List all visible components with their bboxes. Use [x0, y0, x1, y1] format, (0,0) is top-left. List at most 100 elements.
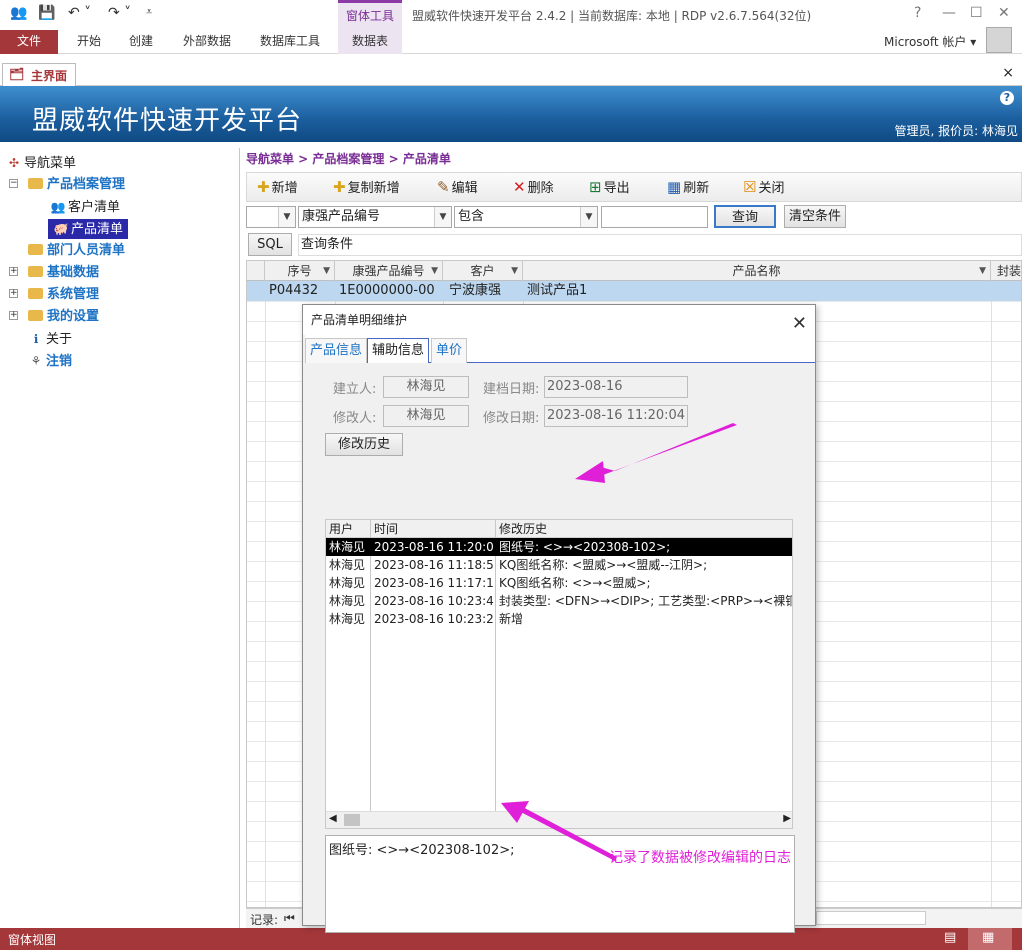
title-bar: 👥 💾 ↶ ˅ ↷ ˅ ⩡ 窗体工具 盟威软件快速开发平台 2.4.2 | 当前… — [0, 0, 1022, 30]
customize-qat-icon[interactable]: ⩡ — [146, 5, 152, 19]
banner: 盟威软件快速开发平台 ? 管理员, 报价员: 林海见 — [0, 86, 1022, 142]
tab-main[interactable]: 🗂 主界面 — [2, 63, 76, 86]
close-label: 关闭 — [758, 181, 785, 196]
datasheet-view-icon[interactable]: ▦ — [982, 930, 994, 945]
edit-icon: ✎ — [437, 178, 450, 196]
expand-icon[interactable]: + — [9, 267, 18, 276]
select-all-corner[interactable] — [247, 261, 265, 281]
delete-button[interactable]: ✕ 删除 — [513, 177, 554, 199]
dialog-title-label: 产品清单明细维护 — [311, 313, 408, 327]
horizontal-scrollbar[interactable] — [816, 911, 926, 925]
close-button[interactable]: ☒ 关闭 — [743, 177, 784, 199]
operator-select[interactable]: 包含 ▼ — [454, 206, 598, 228]
column-header[interactable]: 客户 ▼ — [443, 261, 523, 281]
expand-icon[interactable]: + — [9, 289, 18, 298]
nav-root[interactable]: ✣ 导航菜单 — [6, 153, 76, 173]
history-detail-box[interactable]: 图纸号: <>→<202308-102>; 记录了数据被修改编辑的日志 — [325, 835, 795, 933]
dialog-tabs: 产品信息 辅助信息 单价 — [305, 335, 815, 363]
collapse-icon[interactable]: − — [9, 179, 18, 188]
history-row[interactable]: 林海见 2023-08-16 11:20:06 图纸号: <>→<202308-… — [326, 538, 792, 556]
history-user: 林海见 — [329, 612, 366, 626]
avatar[interactable] — [986, 27, 1012, 53]
expand-icon[interactable]: + — [9, 311, 18, 320]
tab-main-label: 主界面 — [31, 69, 68, 83]
redo-icon[interactable]: ↷ ˅ — [108, 5, 131, 21]
nav-item-about[interactable]: ℹ 关于 — [28, 329, 72, 349]
tab-home[interactable]: 开始 — [68, 30, 110, 54]
copy-new-icon: ✚ — [333, 178, 346, 196]
nav-item-my-settings[interactable]: 我的设置 — [28, 307, 99, 327]
sort-arrow-icon: ▼ — [511, 266, 518, 276]
clear-conditions-button[interactable]: 清空条件 — [784, 205, 846, 228]
filter-value-input[interactable] — [601, 206, 708, 228]
query-conditions-label: 查询条件 — [301, 237, 354, 252]
chevron-down-icon: ▼ — [580, 207, 597, 227]
modify-history-button[interactable]: 修改历史 — [325, 433, 403, 456]
tab-database-tools[interactable]: 数据库工具 — [252, 30, 328, 54]
logic-select[interactable]: ▼ — [246, 206, 296, 228]
save-icon[interactable]: 💾 — [38, 5, 55, 21]
nav-item-label: 部门人员清单 — [47, 243, 126, 258]
folder-icon — [28, 266, 43, 277]
nav-item-system-mgmt[interactable]: 系统管理 — [28, 285, 99, 305]
form-view-icon[interactable]: ▤ — [944, 930, 956, 945]
history-header-change: 修改历史 — [499, 522, 548, 536]
nav-item-label: 产品档案管理 — [47, 177, 126, 192]
history-list: 用户 时间 修改历史 林海见 2023-08-16 11:20:06 图纸号: … — [325, 519, 793, 829]
history-row[interactable]: 林海见 2023-08-16 11:17:12 KQ图纸名称: <>→<盟威>; — [326, 574, 792, 592]
close-window-button[interactable]: ✕ — [998, 5, 1010, 21]
tab-product-info[interactable]: 产品信息 — [305, 338, 368, 363]
nav-item-product-list[interactable]: 🐖 产品清单 — [48, 219, 129, 239]
account-menu[interactable]: Microsoft 帐户 ▾ — [884, 33, 976, 50]
column-header[interactable]: 序号 ▼ — [265, 261, 335, 281]
tab-unit-price[interactable]: 单价 — [431, 338, 468, 363]
maximize-button[interactable]: ☐ — [970, 5, 983, 21]
scroll-right-icon[interactable]: ▶ — [783, 813, 791, 824]
nav-item-customer-list[interactable]: 👥 客户清单 — [50, 197, 121, 217]
new-button[interactable]: ✚ 新增 — [257, 177, 298, 199]
copy-new-button[interactable]: ✚ 复制新增 — [333, 177, 400, 199]
undo-icon[interactable]: ↶ ˅ — [68, 5, 91, 21]
refresh-button[interactable]: ▦ 刷新 — [667, 177, 709, 199]
modified-by-label: 修改人: — [333, 411, 377, 426]
scroll-left-icon[interactable]: ◀ — [329, 813, 337, 824]
column-header[interactable]: 封装 — [991, 261, 1022, 281]
help-icon[interactable]: ? — [1000, 91, 1014, 105]
nav-item-dept-staff[interactable]: 部门人员清单 — [28, 241, 125, 261]
history-row[interactable]: 林海见 2023-08-16 10:23:44 封装类型: <DFN>→<DIP… — [326, 592, 792, 610]
tab-file[interactable]: 文件 — [0, 30, 58, 54]
export-button[interactable]: ⊞ 导出 — [589, 177, 630, 199]
close-document-button[interactable]: × — [1002, 65, 1014, 81]
query-conditions-box[interactable]: 查询条件 — [298, 234, 1022, 256]
tab-create[interactable]: 创建 — [120, 30, 162, 54]
nav-item-label: 注销 — [46, 354, 73, 369]
column-header[interactable]: 康强产品编号 ▼ — [335, 261, 443, 281]
history-user: 林海见 — [329, 558, 366, 572]
history-horizontal-scrollbar[interactable]: ◀ ▶ — [326, 811, 792, 828]
help-button[interactable]: ? — [914, 5, 921, 21]
column-header-label: 康强产品编号 — [352, 264, 425, 278]
query-button[interactable]: 查询 — [714, 205, 776, 228]
modified-by-field: 林海见 — [383, 405, 469, 427]
nav-item-product-archive[interactable]: 产品档案管理 — [28, 175, 125, 195]
field-select[interactable]: 康强产品编号 ▼ — [298, 206, 452, 228]
history-header-user: 用户 — [329, 522, 354, 536]
scrollbar-thumb[interactable] — [344, 814, 360, 826]
edit-button[interactable]: ✎ 编辑 — [437, 177, 478, 199]
history-change: 图纸号: <>→<202308-102>; — [499, 540, 671, 554]
sql-button[interactable]: SQL — [248, 233, 292, 256]
table-row[interactable]: P04432 1E0000000-00 宁波康强 测试产品1 — [247, 281, 1021, 301]
nav-item-basic-data[interactable]: 基础数据 — [28, 263, 99, 283]
first-record-icon[interactable]: ⏮ — [284, 911, 295, 926]
tab-auxiliary-info[interactable]: 辅助信息 — [367, 338, 430, 363]
column-header-label: 产品名称 — [732, 264, 781, 278]
tab-datasheet[interactable]: 数据表 — [338, 30, 402, 54]
column-header-label: 封装 — [997, 264, 1022, 278]
history-row[interactable]: 林海见 2023-08-16 11:18:59 KQ图纸名称: <盟威>→<盟威… — [326, 556, 792, 574]
history-row[interactable]: 林海见 2023-08-16 10:23:21 新增 — [326, 610, 792, 628]
nav-item-label: 客户清单 — [68, 200, 121, 215]
nav-item-logout[interactable]: ⚘ 注销 — [28, 351, 72, 371]
column-header[interactable]: 产品名称 ▼ — [523, 261, 991, 281]
tab-external-data[interactable]: 外部数据 — [172, 30, 242, 54]
minimize-button[interactable]: — — [942, 5, 956, 21]
